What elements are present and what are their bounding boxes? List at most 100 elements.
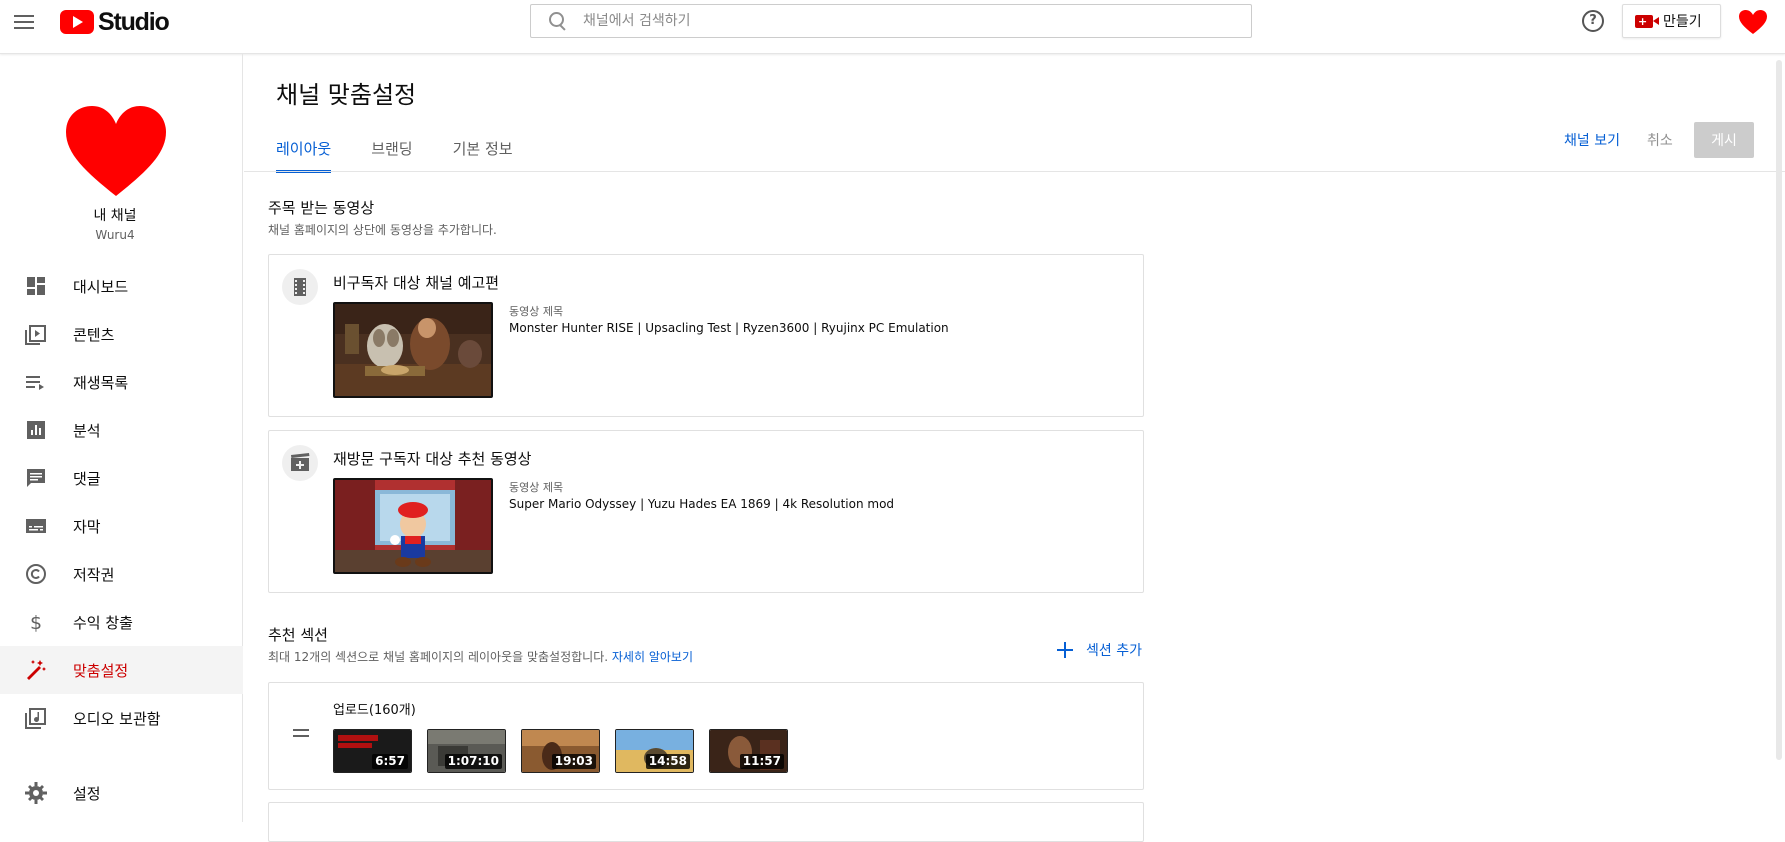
upload-thumbnail[interactable]: 11:57 xyxy=(709,729,788,773)
create-button[interactable]: + 만들기 xyxy=(1622,4,1721,38)
sidebar-item-audio-library[interactable]: 오디오 보관함 xyxy=(0,694,243,742)
card-title: 비구독자 대상 채널 예고편 xyxy=(333,274,500,292)
customization-icon xyxy=(27,660,46,680)
youtube-play-icon xyxy=(60,10,94,34)
tab-divider xyxy=(244,171,1785,172)
uploads-thumbnails: 6:57 1:07:10 19:03 14:58 11:57 xyxy=(333,729,803,773)
sidebar: 내 채널 Wuru4 대시보드 콘텐츠 재생목록 분석 댓글 자막 저작권 $ … xyxy=(0,54,243,822)
sidebar-item-label: 저작권 xyxy=(73,565,115,584)
create-label: 만들기 xyxy=(1663,14,1702,30)
copyright-icon xyxy=(26,564,46,584)
analytics-icon xyxy=(27,421,45,439)
sidebar-item-label: 자막 xyxy=(73,517,101,536)
next-section-card[interactable] xyxy=(268,802,1144,842)
channel-avatar[interactable] xyxy=(64,104,168,200)
search-box[interactable] xyxy=(530,4,1252,38)
sidebar-item-comments[interactable]: 댓글 xyxy=(0,454,243,502)
upload-thumbnail[interactable]: 6:57 xyxy=(333,729,412,773)
plus-icon xyxy=(1056,641,1074,659)
card-title: 재방문 구독자 대상 추천 동영상 xyxy=(333,450,532,468)
add-section-button[interactable]: 섹션 추가 xyxy=(1056,640,1142,660)
sidebar-item-playlists[interactable]: 재생목록 xyxy=(0,358,243,406)
add-section-label: 섹션 추가 xyxy=(1086,643,1142,659)
video-duration: 6:57 xyxy=(372,754,408,769)
sidebar-bottom: 설정 xyxy=(0,773,243,813)
video-title-label: 동영상 제목 xyxy=(509,481,564,494)
trailer-card[interactable]: 비구독자 대상 채널 예고편 동영상 제목 Monster Hunter RIS… xyxy=(268,254,1144,417)
create-video-icon: + xyxy=(1635,14,1659,28)
sidebar-item-settings[interactable]: 설정 xyxy=(0,773,243,813)
sidebar-item-label: 콘텐츠 xyxy=(73,325,115,344)
tab-branding[interactable]: 브랜딩 xyxy=(371,124,412,172)
featured-for-returning-card[interactable]: 재방문 구독자 대상 추천 동영상 동영상 제목 Super Mario Ody… xyxy=(268,430,1144,593)
sidebar-item-copyright[interactable]: 저작권 xyxy=(0,550,243,598)
video-duration: 14:58 xyxy=(645,754,690,769)
content-icon xyxy=(25,325,46,345)
sidebar-nav: 대시보드 콘텐츠 재생목록 분석 댓글 자막 저작권 $ 수익 창출 맞춤설정 … xyxy=(0,262,243,742)
gear-icon xyxy=(25,782,47,804)
tab-bar: 레이아웃 브랜딩 기본 정보 xyxy=(276,124,553,173)
drag-handle-icon[interactable] xyxy=(293,729,309,737)
video-title: Super Mario Odyssey | Yuzu Hades EA 1869… xyxy=(509,497,895,511)
sections-desc-text: 최대 12개의 섹션으로 채널 홈페이지의 레이아웃을 맞춤설정합니다. xyxy=(268,650,609,664)
playlist-icon xyxy=(26,376,44,390)
studio-logo[interactable]: Studio xyxy=(60,7,170,36)
page-title: 채널 맞춤설정 xyxy=(276,81,417,109)
logo-text: Studio xyxy=(98,7,170,36)
video-duration: 11:57 xyxy=(739,754,784,769)
featured-section-desc: 채널 홈페이지의 상단에 동영상을 추가합니다. xyxy=(268,223,497,237)
audio-library-icon xyxy=(25,708,46,729)
search-icon[interactable] xyxy=(547,10,569,32)
svg-text:$: $ xyxy=(30,612,42,634)
sidebar-item-label: 오디오 보관함 xyxy=(73,709,161,728)
upload-thumbnail[interactable]: 19:03 xyxy=(521,729,600,773)
video-thumbnail[interactable] xyxy=(333,478,493,574)
publish-button[interactable]: 게시 xyxy=(1694,122,1754,158)
menu-icon[interactable] xyxy=(12,10,36,34)
tab-layout[interactable]: 레이아웃 xyxy=(276,124,332,173)
sidebar-item-label: 분석 xyxy=(73,421,101,440)
sidebar-item-subtitles[interactable]: 자막 xyxy=(0,502,243,550)
video-title: Monster Hunter RISE | Upsacling Test | R… xyxy=(509,321,949,335)
video-add-icon xyxy=(282,445,318,481)
subtitles-icon xyxy=(26,519,46,533)
monetization-icon: $ xyxy=(30,612,42,634)
video-duration: 1:07:10 xyxy=(444,754,502,769)
scrollbar[interactable] xyxy=(1776,60,1782,760)
sidebar-item-label: 대시보드 xyxy=(73,277,129,296)
view-channel-link[interactable]: 채널 보기 xyxy=(1564,130,1620,150)
channel-title: 내 채널 xyxy=(93,208,137,224)
sidebar-item-content[interactable]: 콘텐츠 xyxy=(0,310,243,358)
sidebar-item-label: 수익 창출 xyxy=(73,613,133,632)
sidebar-item-label: 맞춤설정 xyxy=(73,661,129,680)
sections-title: 추천 섹션 xyxy=(268,626,328,644)
comments-icon xyxy=(27,469,45,487)
sidebar-item-label: 재생목록 xyxy=(73,373,129,392)
dashboard-icon xyxy=(27,277,45,295)
sections-desc: 최대 12개의 섹션으로 채널 홈페이지의 레이아웃을 맞춤설정합니다. 자세히… xyxy=(268,648,693,665)
upload-thumbnail[interactable]: 14:58 xyxy=(615,729,694,773)
sidebar-item-analytics[interactable]: 분석 xyxy=(0,406,243,454)
upload-thumbnail[interactable]: 1:07:10 xyxy=(427,729,506,773)
featured-section-title: 주목 받는 동영상 xyxy=(268,199,375,217)
main-content: 채널 맞춤설정 레이아웃 브랜딩 기본 정보 채널 보기 취소 게시 주목 받는… xyxy=(244,54,1785,842)
video-duration: 19:03 xyxy=(551,754,596,769)
video-thumbnail[interactable] xyxy=(333,302,493,398)
channel-handle: Wuru4 xyxy=(95,228,135,242)
account-avatar[interactable] xyxy=(1738,9,1768,35)
cancel-button[interactable]: 취소 xyxy=(1647,130,1673,150)
film-icon xyxy=(282,269,318,305)
help-icon[interactable]: ? xyxy=(1582,10,1604,32)
uploads-title: 업로드(160개) xyxy=(333,703,416,718)
top-bar: Studio ? + 만들기 xyxy=(0,0,1785,54)
uploads-section-card[interactable]: 업로드(160개) 6:57 1:07:10 19:03 14:58 11:57 xyxy=(268,682,1144,790)
sidebar-item-label: 설정 xyxy=(73,784,101,803)
sidebar-item-dashboard[interactable]: 대시보드 xyxy=(0,262,243,310)
sidebar-item-customization[interactable]: 맞춤설정 xyxy=(0,646,243,694)
sidebar-item-monetization[interactable]: $ 수익 창출 xyxy=(0,598,243,646)
tab-basic-info[interactable]: 기본 정보 xyxy=(453,124,513,172)
video-title-label: 동영상 제목 xyxy=(509,305,564,318)
learn-more-link[interactable]: 자세히 알아보기 xyxy=(612,650,693,664)
sidebar-item-label: 댓글 xyxy=(73,469,101,488)
search-input[interactable] xyxy=(583,13,1183,29)
